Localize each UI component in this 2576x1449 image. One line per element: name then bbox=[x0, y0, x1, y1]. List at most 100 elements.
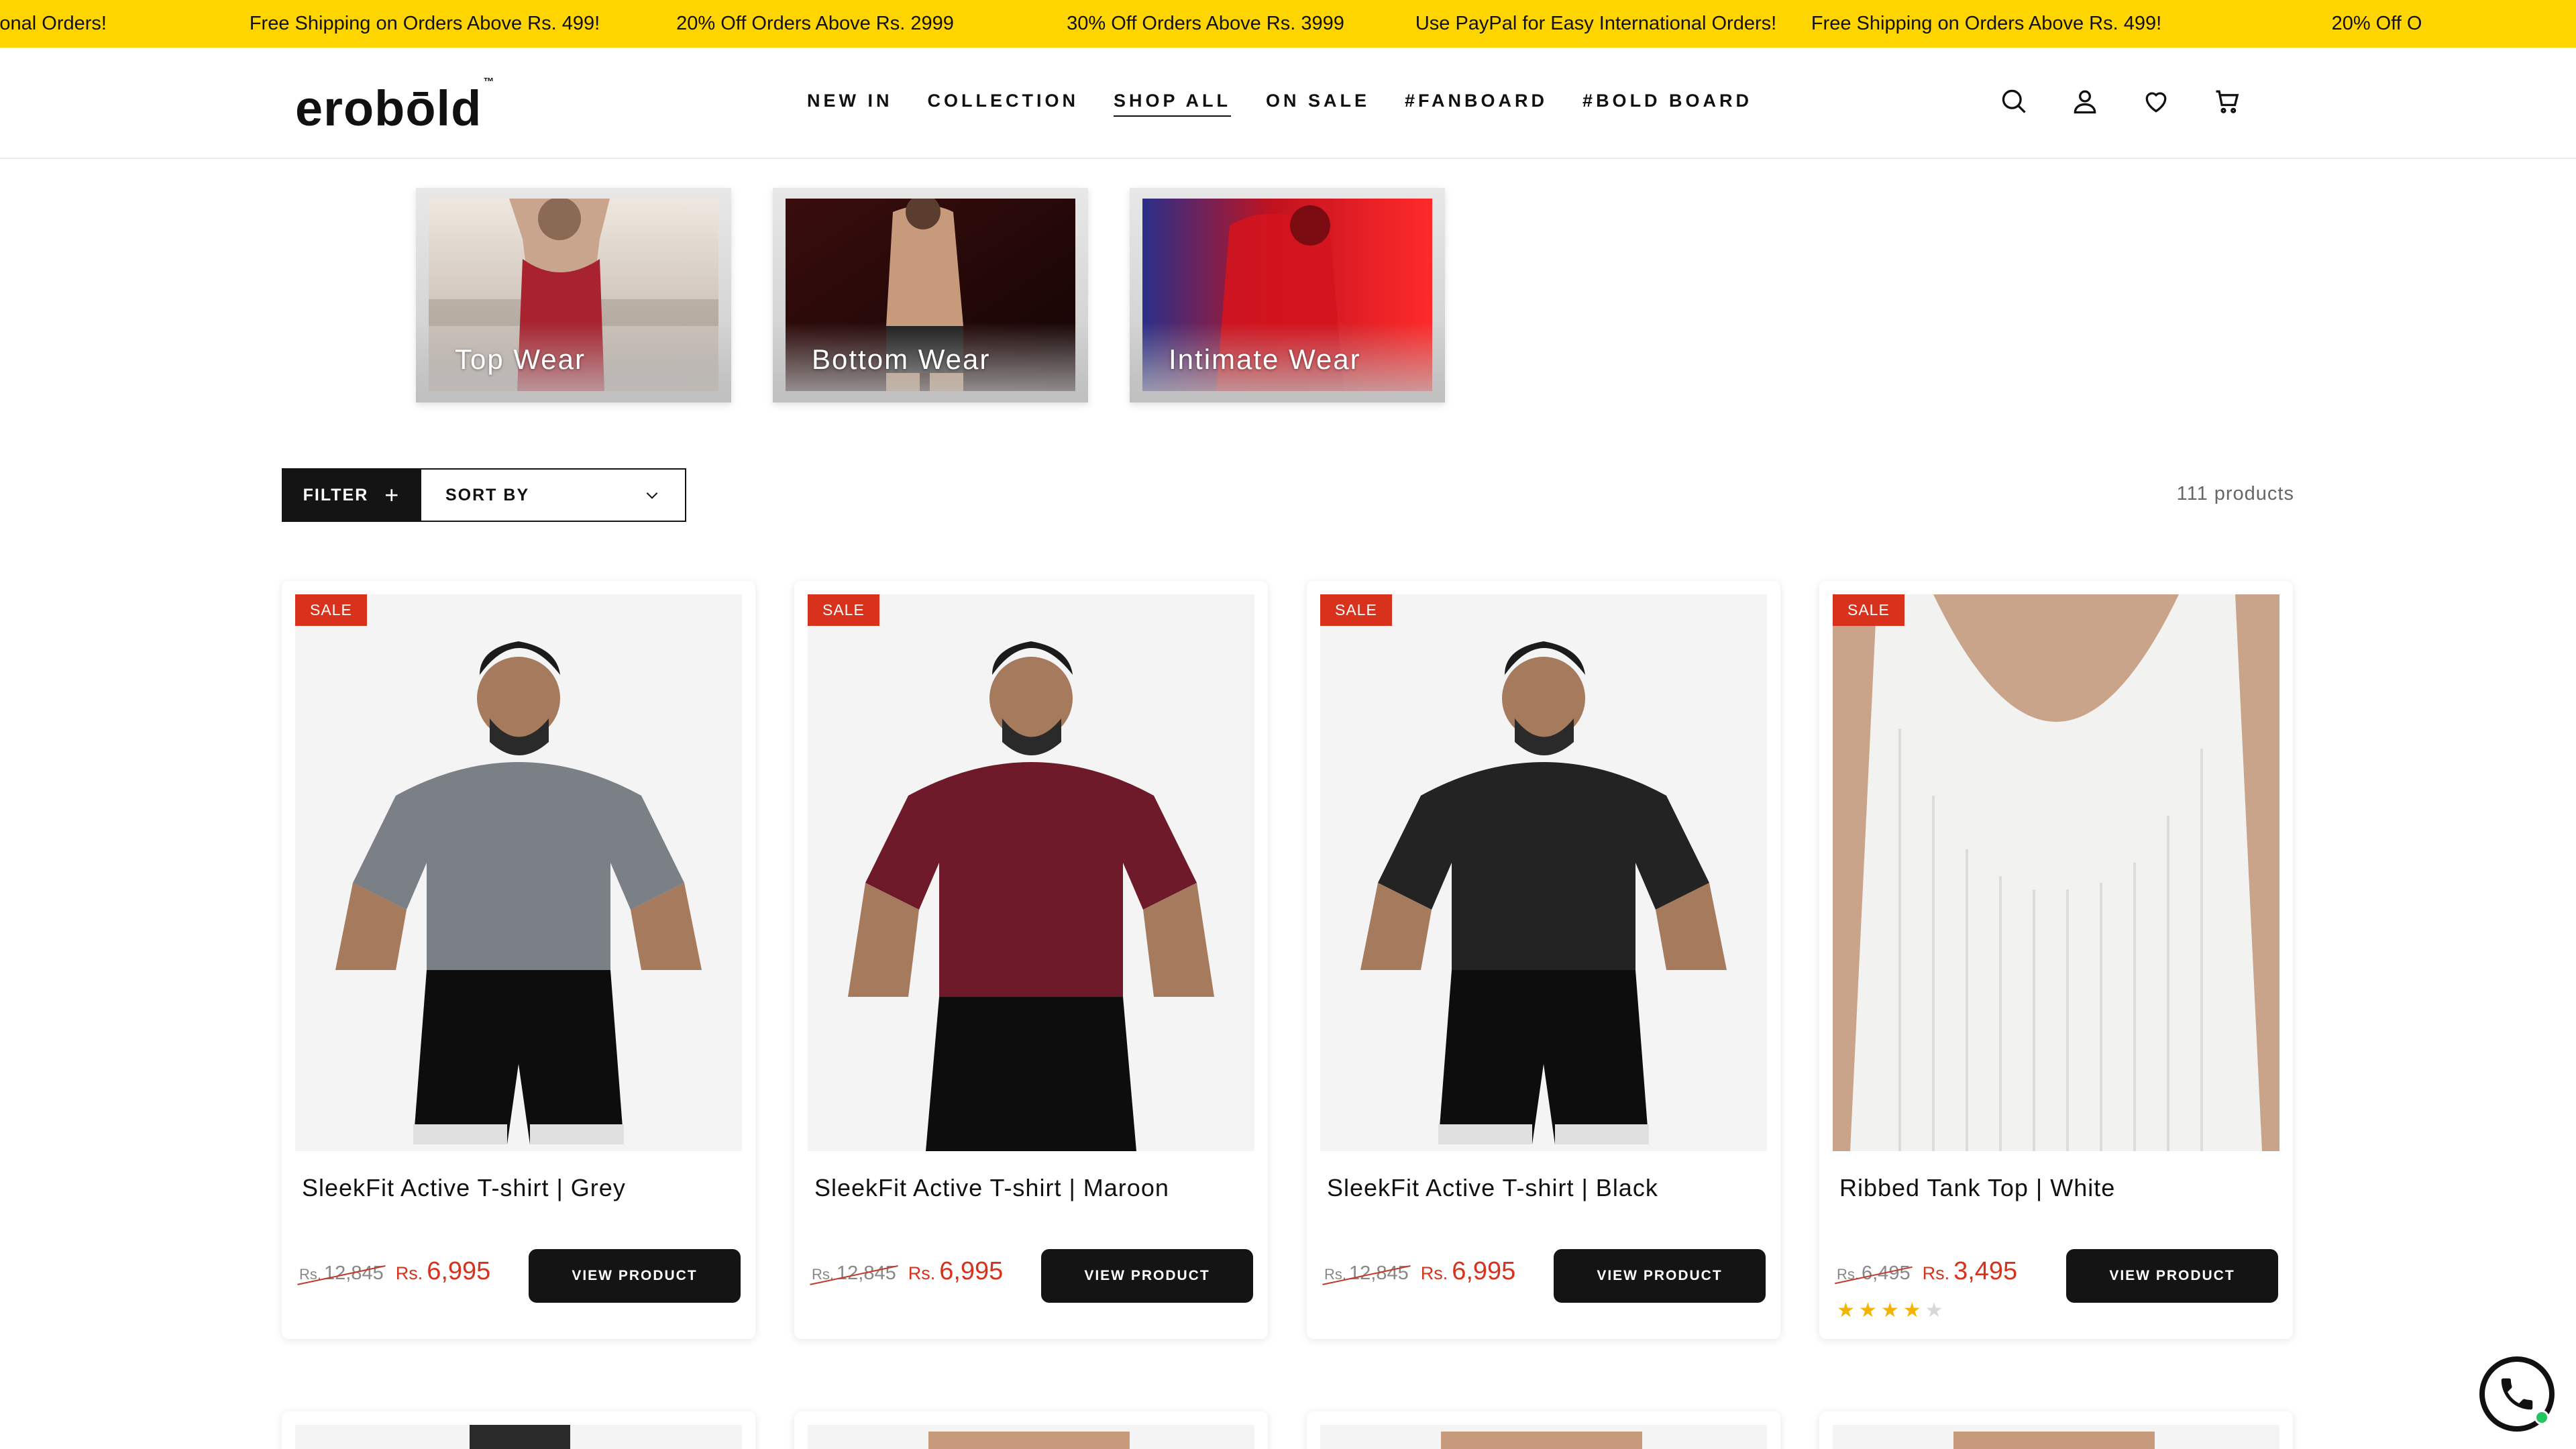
rating-stars: ★ ★ ★ ★ ★ bbox=[1837, 1299, 1943, 1322]
sort-label: SORT BY bbox=[445, 485, 530, 504]
new-price-value: 6,995 bbox=[939, 1257, 1004, 1285]
shirt-shape bbox=[865, 762, 1197, 997]
old-price-value: 12,845 bbox=[1349, 1263, 1409, 1284]
announcement-item: Free Shipping on Orders Above Rs. 499! bbox=[1811, 13, 2162, 34]
sale-price: Rs. 6,995 bbox=[1421, 1257, 1516, 1286]
brand-logo-text: erobōld bbox=[295, 80, 482, 136]
product-grid: SALE SleekFit Active T-shirt | Grey Rs. 1… bbox=[282, 581, 2293, 1339]
product-grid-row-2 bbox=[282, 1411, 2293, 1449]
product-card[interactable] bbox=[1819, 1411, 2293, 1449]
star-filled-icon: ★ bbox=[1858, 1299, 1877, 1322]
new-price-value: 3,495 bbox=[1953, 1257, 2018, 1285]
product-image[interactable] bbox=[1833, 594, 2279, 1151]
view-product-button[interactable]: VIEW PRODUCT bbox=[1554, 1249, 1766, 1303]
header-icons bbox=[1999, 87, 2242, 116]
view-product-button[interactable]: VIEW PRODUCT bbox=[529, 1249, 741, 1303]
product-image[interactable] bbox=[295, 1425, 742, 1449]
product-image[interactable] bbox=[1320, 1425, 1767, 1449]
announcement-bar: rnational Orders! Free Shipping on Order… bbox=[0, 0, 2576, 48]
product-card[interactable] bbox=[794, 1411, 1268, 1449]
category-label: Top Wear bbox=[455, 343, 586, 375]
old-price-value: 6,495 bbox=[1862, 1263, 1911, 1284]
product-image[interactable] bbox=[1833, 1425, 2279, 1449]
sale-price: Rs. 6,995 bbox=[396, 1257, 491, 1286]
product-card[interactable] bbox=[282, 1411, 755, 1449]
compare-at-price: Rs. 12,845 bbox=[299, 1263, 384, 1285]
price-row: Rs. 12,845 Rs. 6,995 bbox=[1324, 1257, 1515, 1286]
trademark-mark: ™ bbox=[483, 76, 495, 89]
product-image[interactable] bbox=[808, 594, 1254, 1151]
currency-label: Rs. bbox=[1420, 1263, 1448, 1283]
site-header: erobōld ™ NEW IN COLLECTION SHOP ALL ON S… bbox=[0, 48, 2576, 159]
plus-icon: + bbox=[384, 481, 399, 508]
sale-badge: SALE bbox=[808, 594, 879, 626]
product-count: 111 products bbox=[2176, 483, 2294, 504]
category-label: Bottom Wear bbox=[812, 343, 991, 375]
product-image[interactable] bbox=[1320, 594, 1767, 1151]
nav-bold-board[interactable]: #BOLD BOARD bbox=[1582, 91, 1752, 117]
currency-label: Rs. bbox=[395, 1263, 423, 1283]
old-price-value: 12,845 bbox=[324, 1263, 384, 1284]
product-title[interactable]: Ribbed Tank Top | White bbox=[1839, 1174, 2115, 1202]
online-status-dot bbox=[2534, 1410, 2549, 1425]
sale-price: Rs. 6,995 bbox=[908, 1257, 1004, 1286]
old-price-value: 12,845 bbox=[837, 1263, 896, 1284]
new-price-value: 6,995 bbox=[427, 1257, 491, 1285]
currency-label: Rs. bbox=[299, 1266, 321, 1283]
product-card[interactable]: SALE SleekFit Active T-shirt | Black Rs.… bbox=[1307, 581, 1780, 1339]
product-title[interactable]: SleekFit Active T-shirt | Grey bbox=[302, 1174, 626, 1202]
nav-collection[interactable]: COLLECTION bbox=[928, 91, 1079, 117]
nav-on-sale[interactable]: ON SALE bbox=[1266, 91, 1370, 117]
category-tile-bottom-wear[interactable]: Bottom Wear bbox=[773, 188, 1088, 402]
product-card[interactable] bbox=[1307, 1411, 1780, 1449]
filter-label: FILTER bbox=[303, 485, 369, 504]
new-price-value: 6,995 bbox=[1452, 1257, 1516, 1285]
category-label: Intimate Wear bbox=[1169, 343, 1361, 375]
announcement-item: Free Shipping on Orders Above Rs. 499! bbox=[249, 13, 600, 34]
star-filled-icon: ★ bbox=[1880, 1299, 1899, 1322]
account-icon[interactable] bbox=[2070, 87, 2100, 116]
currency-label: Rs. bbox=[812, 1266, 834, 1283]
shirt-shape bbox=[353, 762, 684, 970]
product-title[interactable]: SleekFit Active T-shirt | Maroon bbox=[814, 1174, 1169, 1202]
star-filled-icon: ★ bbox=[1837, 1299, 1855, 1322]
product-image[interactable] bbox=[295, 594, 742, 1151]
compare-at-price: Rs. 12,845 bbox=[1324, 1263, 1409, 1285]
shirt-shape bbox=[1378, 762, 1709, 970]
nav-new-in[interactable]: NEW IN bbox=[807, 91, 893, 117]
compare-at-price: Rs. 12,845 bbox=[812, 1263, 896, 1285]
wishlist-icon[interactable] bbox=[2141, 87, 2171, 116]
compare-at-price: Rs. 6,495 bbox=[1837, 1263, 1911, 1285]
currency-label: Rs. bbox=[1324, 1266, 1346, 1283]
phone-icon bbox=[2501, 1378, 2533, 1410]
main-nav: NEW IN COLLECTION SHOP ALL ON SALE #FANB… bbox=[807, 91, 1752, 117]
product-card[interactable]: SALE Ribbed Tank Top | White Rs. 6,495 Rs… bbox=[1819, 581, 2293, 1339]
product-card[interactable]: SALE SleekFit Active T-shirt | Grey Rs. 1… bbox=[282, 581, 755, 1339]
view-product-button[interactable]: VIEW PRODUCT bbox=[2066, 1249, 2278, 1303]
star-filled-icon: ★ bbox=[1902, 1299, 1921, 1322]
sale-badge: SALE bbox=[1320, 594, 1392, 626]
currency-label: Rs. bbox=[908, 1263, 936, 1283]
product-title[interactable]: SleekFit Active T-shirt | Black bbox=[1327, 1174, 1658, 1202]
sort-select[interactable]: SORT BY bbox=[420, 468, 686, 522]
nav-shop-all[interactable]: SHOP ALL bbox=[1114, 91, 1232, 117]
cart-icon[interactable] bbox=[2212, 87, 2242, 116]
product-card[interactable]: SALE SleekFit Active T-shirt | Maroon Rs… bbox=[794, 581, 1268, 1339]
price-row: Rs. 6,495 Rs. 3,495 bbox=[1837, 1257, 2017, 1286]
chevron-down-icon bbox=[646, 492, 658, 499]
announcement-item: 20% Off Orders Above Rs. 2999 bbox=[676, 13, 954, 34]
announcement-item: 20% Off O bbox=[2331, 13, 2422, 34]
nav-fanboard[interactable]: #FANBOARD bbox=[1405, 91, 1548, 117]
view-product-button[interactable]: VIEW PRODUCT bbox=[1041, 1249, 1253, 1303]
chat-button[interactable] bbox=[2479, 1356, 2555, 1432]
category-tiles: Top Wear Bottom Wear Intimate Wear bbox=[416, 188, 1445, 402]
search-icon[interactable] bbox=[1999, 87, 2029, 116]
price-row: Rs. 12,845 Rs. 6,995 bbox=[299, 1257, 490, 1286]
currency-label: Rs. bbox=[1922, 1263, 1950, 1283]
brand-logo[interactable]: erobōld ™ bbox=[295, 76, 494, 137]
category-tile-top-wear[interactable]: Top Wear bbox=[416, 188, 731, 402]
category-tile-intimate-wear[interactable]: Intimate Wear bbox=[1130, 188, 1445, 402]
product-image[interactable] bbox=[808, 1425, 1254, 1449]
star-empty-icon: ★ bbox=[1925, 1299, 1943, 1322]
filter-button[interactable]: FILTER + bbox=[282, 468, 420, 522]
